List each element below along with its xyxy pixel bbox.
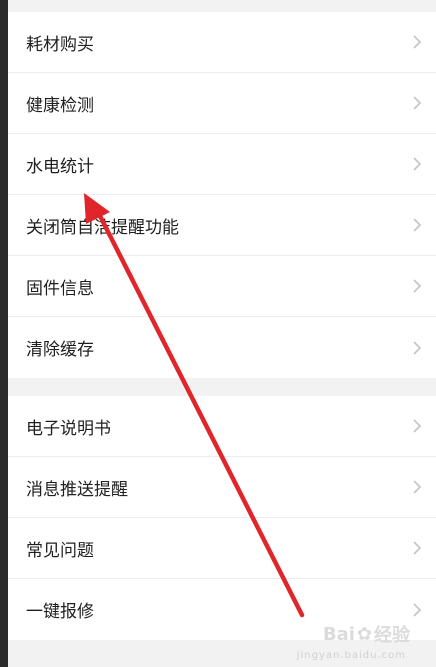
chevron-right-icon (413, 340, 422, 355)
menu-item-label: 关闭筒自洁提醒功能 (26, 217, 179, 238)
menu-item-self-clean-reminder[interactable]: 关闭筒自洁提醒功能 (8, 195, 436, 256)
watermark-text-left: Bai (322, 623, 355, 645)
chevron-right-icon (413, 218, 422, 232)
left-edge-bar (0, 0, 8, 667)
menu-item-faq[interactable]: 常见问题 (8, 518, 436, 579)
chevron-right-icon (413, 480, 422, 494)
menu-item-label: 常见问题 (26, 540, 94, 561)
menu-item-firmware-info[interactable]: 固件信息 (8, 256, 436, 317)
menu-item-label: 一键报修 (26, 602, 94, 622)
watermark-url: jingyan.baidu.com (296, 650, 406, 661)
menu-item-label: 消息推送提醒 (26, 479, 128, 500)
menu-item-label: 水电统计 (26, 156, 94, 177)
menu-item-label: 健康检测 (26, 95, 94, 116)
menu-item-label: 清除缓存 (26, 340, 94, 360)
chevron-right-icon (413, 419, 422, 433)
group-separator (8, 378, 436, 396)
top-gap (8, 0, 436, 12)
menu-item-water-power-stats[interactable]: 水电统计 (8, 134, 436, 195)
menu-item-e-manual[interactable]: 电子说明书 (8, 396, 436, 457)
menu-item-health-check[interactable]: 健康检测 (8, 73, 436, 134)
menu-item-label: 耗材购买 (26, 34, 94, 55)
chevron-right-icon (413, 541, 422, 555)
watermark-logo: Bai ✿ 经验 (323, 621, 410, 647)
chevron-right-icon (413, 96, 422, 110)
menu-item-label: 固件信息 (26, 278, 94, 299)
menu-item-push-notifications[interactable]: 消息推送提醒 (8, 457, 436, 518)
chevron-right-icon (413, 35, 422, 49)
menu-item-label: 电子说明书 (26, 418, 111, 439)
settings-group-1: 耗材购买 健康检测 水电统计 关闭筒自洁提醒功能 固件信息 清除缓存 (8, 12, 436, 378)
menu-item-clear-cache[interactable]: 清除缓存 (8, 317, 436, 378)
settings-list: 耗材购买 健康检测 水电统计 关闭筒自洁提醒功能 固件信息 清除缓存 电子说明书 (8, 0, 436, 667)
watermark-text-right: 经验 (374, 625, 410, 646)
settings-group-2: 电子说明书 消息推送提醒 常见问题 一键报修 (8, 396, 436, 640)
chevron-right-icon (413, 602, 422, 617)
menu-item-consumables[interactable]: 耗材购买 (8, 12, 436, 73)
paw-icon: ✿ (356, 623, 372, 645)
chevron-right-icon (413, 157, 422, 171)
chevron-right-icon (413, 279, 422, 293)
